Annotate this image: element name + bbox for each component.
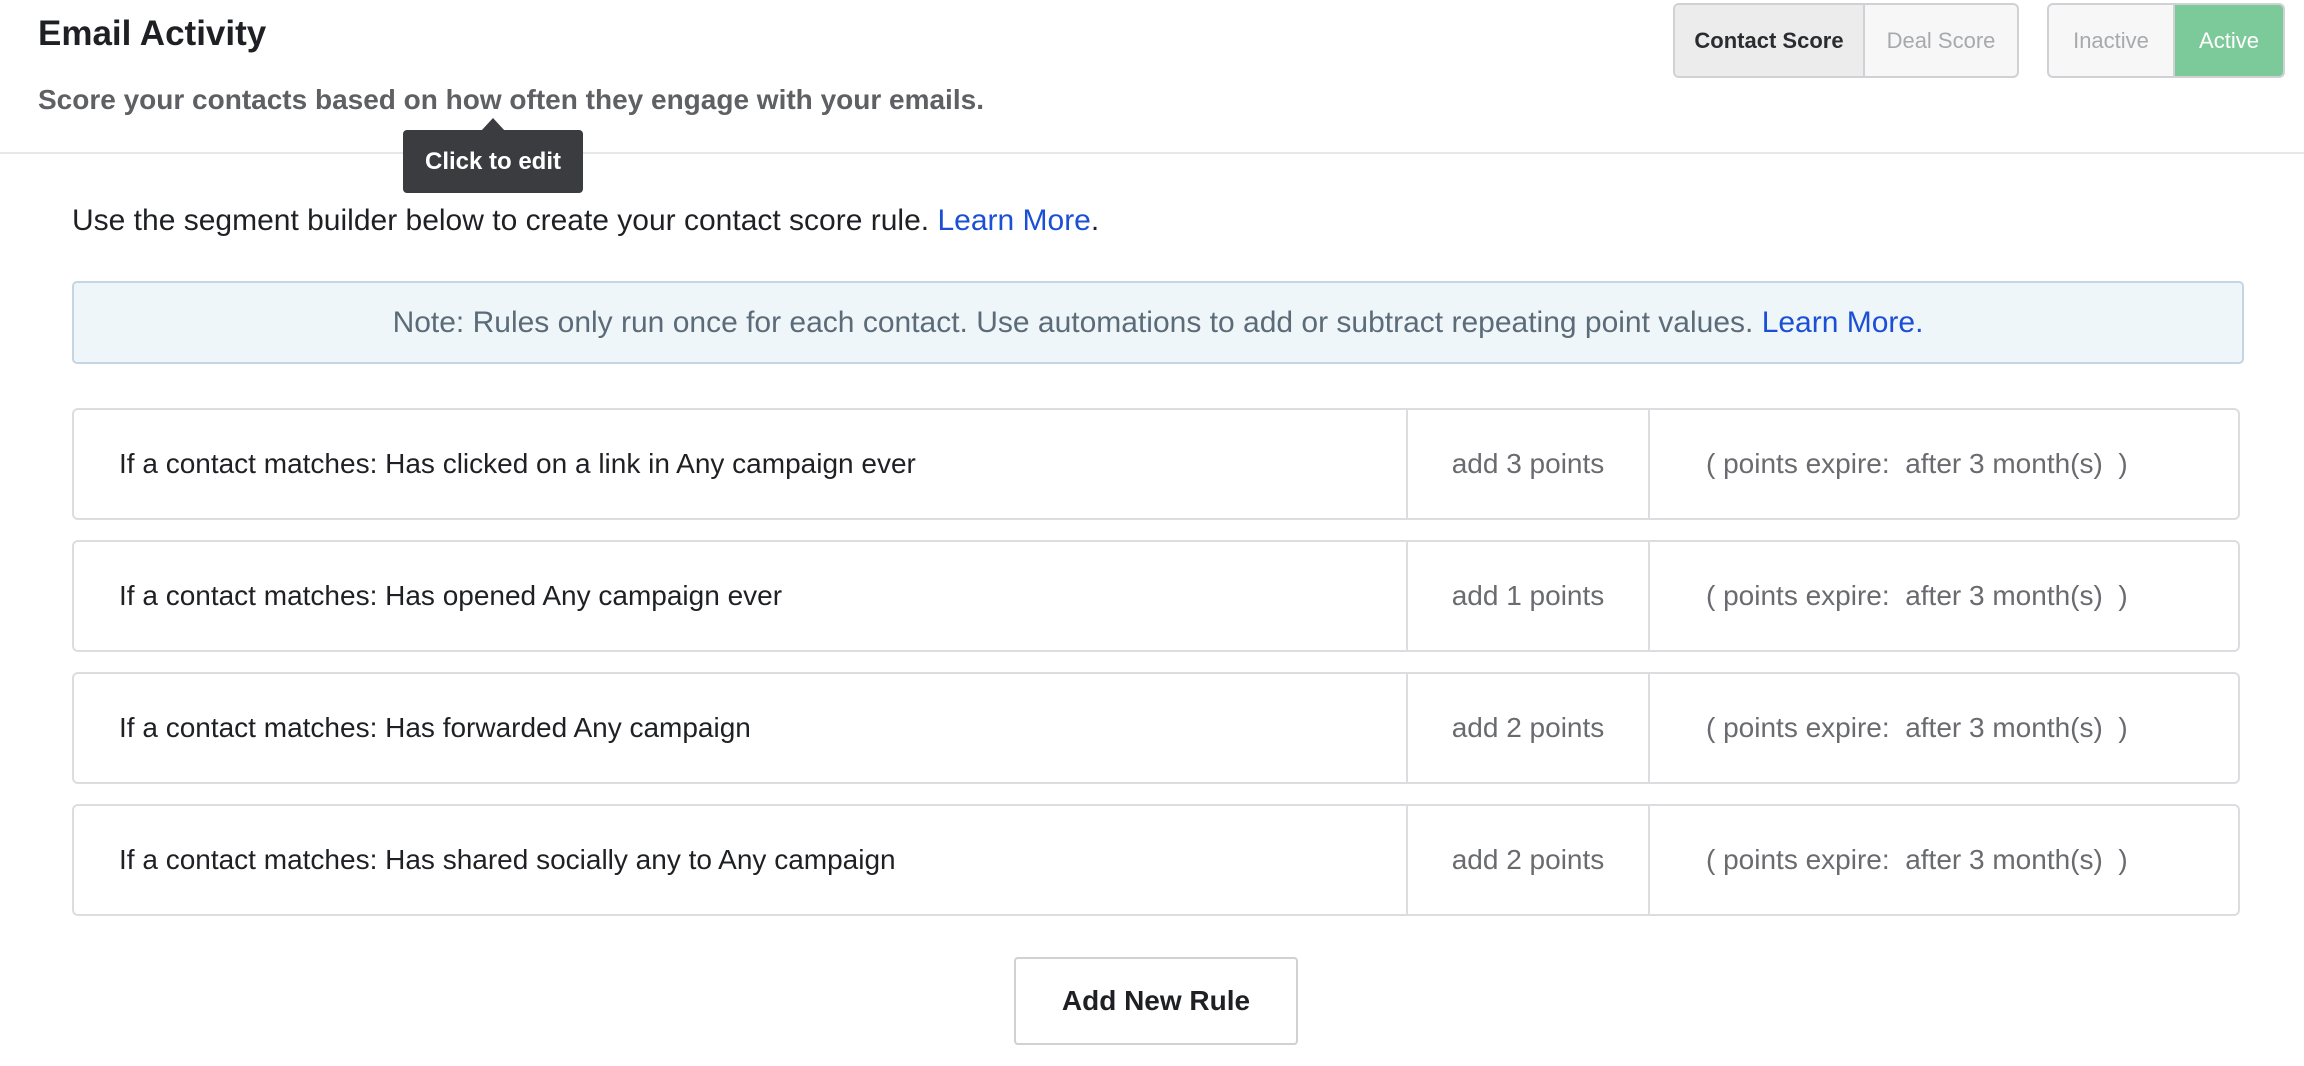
inactive-option[interactable]: Inactive xyxy=(2049,5,2175,76)
rule-points: add 1 points xyxy=(1408,542,1650,650)
status-toggle: Inactive Active xyxy=(2047,3,2285,78)
rule-condition: If a contact matches: Has shared sociall… xyxy=(74,806,1408,914)
rule-condition: If a contact matches: Has clicked on a l… xyxy=(74,410,1408,518)
rule-condition: If a contact matches: Has opened Any cam… xyxy=(74,542,1408,650)
rule-row[interactable]: If a contact matches: Has shared sociall… xyxy=(72,804,2240,916)
rule-points: add 2 points xyxy=(1408,806,1650,914)
intro-learn-more-link[interactable]: Learn More xyxy=(937,204,1090,237)
note-banner: Note: Rules only run once for each conta… xyxy=(72,281,2244,364)
rule-condition: If a contact matches: Has forwarded Any … xyxy=(74,674,1408,782)
rule-row[interactable]: If a contact matches: Has opened Any cam… xyxy=(72,540,2240,652)
note-text: Note: Rules only run once for each conta… xyxy=(392,305,1754,339)
rule-expiration: ( points expire: after 3 month(s) ) xyxy=(1706,448,2128,479)
active-option[interactable]: Active xyxy=(2175,5,2283,76)
score-type-toggle: Contact Score Deal Score xyxy=(1673,3,2019,78)
rule-expiration: ( points expire: after 3 month(s) ) xyxy=(1706,712,2128,743)
rule-row[interactable]: If a contact matches: Has clicked on a l… xyxy=(72,408,2240,520)
deal-score-option[interactable]: Deal Score xyxy=(1865,5,2017,76)
add-new-rule-button[interactable]: Add New Rule xyxy=(1014,957,1298,1045)
intro-suffix: . xyxy=(1090,204,1100,237)
page-subtitle[interactable]: Score your contacts based on how often t… xyxy=(38,84,984,116)
intro-text: Use the segment builder below to create … xyxy=(72,204,1099,238)
page-title[interactable]: Email Activity xyxy=(38,14,266,54)
rule-row[interactable]: If a contact matches: Has forwarded Any … xyxy=(72,672,2240,784)
contact-score-option[interactable]: Contact Score xyxy=(1675,5,1865,76)
rule-points: add 3 points xyxy=(1408,410,1650,518)
rule-expiration: ( points expire: after 3 month(s) ) xyxy=(1706,844,2128,875)
rule-expiration: ( points expire: after 3 month(s) ) xyxy=(1706,580,2128,611)
scoring-page: Email Activity Score your contacts based… xyxy=(0,0,2304,1066)
intro-text-body: Use the segment builder below to create … xyxy=(72,204,930,237)
edit-tooltip: Click to edit xyxy=(403,130,583,193)
rule-points: add 2 points xyxy=(1408,674,1650,782)
note-learn-more-link[interactable]: Learn More. xyxy=(1762,306,1924,340)
page-header: Email Activity Score your contacts based… xyxy=(0,0,2304,154)
